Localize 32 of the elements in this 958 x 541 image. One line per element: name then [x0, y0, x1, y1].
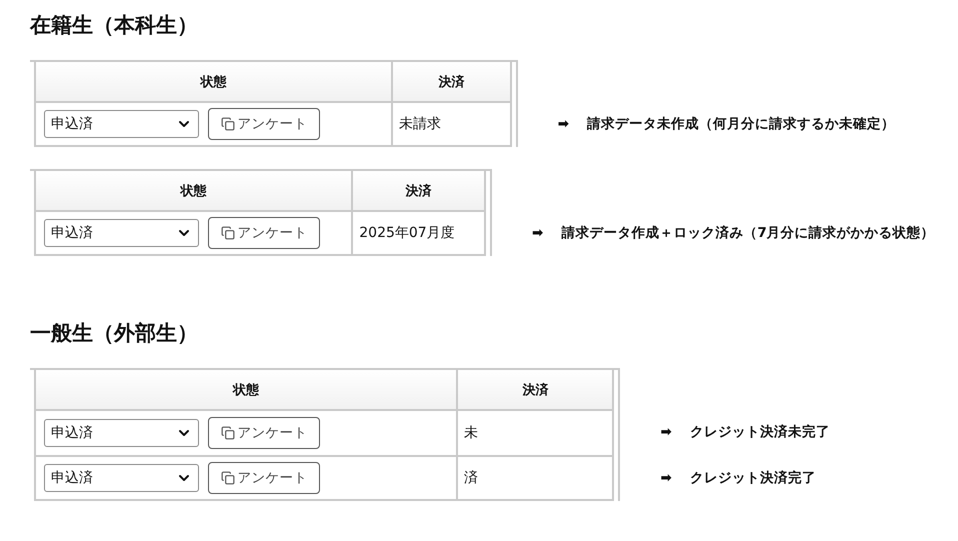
payment-cell: 未請求: [392, 101, 512, 147]
column-header: 状態: [36, 368, 458, 409]
copy-icon: [220, 426, 234, 440]
survey-button[interactable]: アンケート: [208, 217, 320, 249]
note-text: 請求データ作成＋ロック済み（7月分に請求がかかる状態）: [561, 224, 935, 242]
note-text: クレジット決済完了: [690, 469, 816, 487]
copy-icon: [220, 117, 234, 131]
payment-cell: 済: [458, 455, 614, 501]
payment-cell: 未: [458, 409, 614, 455]
survey-button[interactable]: アンケート: [208, 108, 320, 140]
status-dropdown[interactable]: 申込済: [44, 110, 199, 138]
arrow-icon: ➡: [558, 116, 570, 132]
arrow-icon: ➡: [532, 225, 544, 241]
arrow-icon: ➡: [660, 470, 672, 486]
note-text: 請求データ未作成（何月分に請求するか未確定）: [587, 115, 896, 133]
survey-button[interactable]: アンケート: [208, 417, 320, 449]
status-dropdown[interactable]: 申込済: [44, 219, 199, 247]
status-dropdown[interactable]: 申込済: [44, 464, 199, 492]
column-header: 決済: [458, 368, 614, 409]
note-text: クレジット決済未完了: [690, 423, 830, 441]
survey-button[interactable]: アンケート: [208, 462, 320, 494]
arrow-icon: ➡: [660, 424, 672, 440]
payment-cell: 2025年07月度: [353, 210, 486, 256]
column-header: 状態: [36, 60, 393, 101]
column-header: 決済: [392, 60, 512, 101]
column-header: 状態: [36, 169, 354, 210]
copy-icon: [220, 226, 234, 240]
copy-icon: [220, 471, 234, 485]
status-dropdown[interactable]: 申込済: [44, 419, 199, 447]
section-heading: 一般生（外部生）: [30, 320, 199, 347]
column-header: 決済: [353, 169, 486, 210]
section-heading: 在籍生（本科生）: [30, 12, 199, 39]
